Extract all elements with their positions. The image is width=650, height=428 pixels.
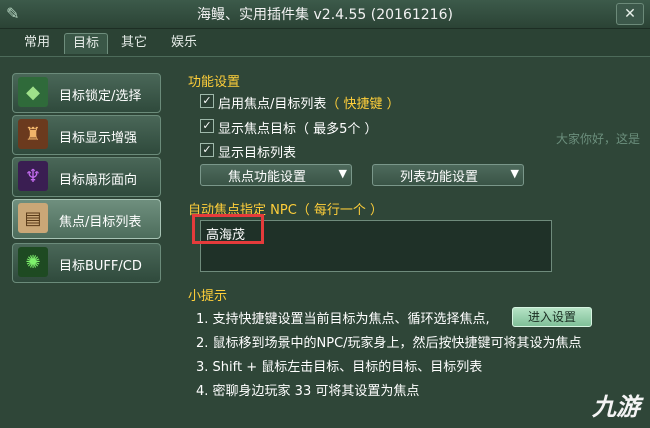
tip-line: 2. 鼠标移到场景中的NPC/玩家身上，然后按快捷键可将其设为焦点 xyxy=(196,336,582,351)
function-settings-title: 功能设置 xyxy=(188,75,241,90)
title-bar: ✎ 海鳗、实用插件集 v2.4.55 (20161216) ✕ xyxy=(0,0,650,29)
scroll-icon: ▤ xyxy=(18,203,48,233)
checkbox-checked-icon[interactable]: ✓ xyxy=(200,94,214,108)
sidebar: ◆ 目标锁定/选择 ♜ 目标显示增强 ♆ 目标扇形面向 ▤ 焦点/目标列表 ✺ … xyxy=(0,57,178,428)
window-title: 海鳗、实用插件集 v2.4.55 (20161216) xyxy=(197,7,453,23)
sidebar-item-target-buff[interactable]: ✺ 目标BUFF/CD xyxy=(12,243,161,283)
sidebar-item-target-facing[interactable]: ♆ 目标扇形面向 xyxy=(12,157,161,197)
sidebar-item-label: 目标锁定/选择 xyxy=(59,89,142,104)
triangle-down-icon: ▼ xyxy=(510,167,519,180)
background-game-text: 大家你好，这是 xyxy=(556,132,641,146)
sidebar-item-label: 目标扇形面向 xyxy=(59,173,138,188)
tab-other[interactable]: 其它 xyxy=(114,33,154,53)
sidebar-item-label: 焦点/目标列表 xyxy=(59,215,142,230)
triangle-down-icon: ▼ xyxy=(338,167,347,180)
tab-common[interactable]: 常用 xyxy=(18,33,56,53)
tips-title: 小提示 xyxy=(188,289,228,304)
sidebar-item-label: 目标BUFF/CD xyxy=(59,259,142,274)
warrior-icon: ♜ xyxy=(18,119,48,149)
hotkey-hint: （ 快捷键 ） xyxy=(326,97,400,112)
check-label: 启用焦点/目标列表（ 快捷键 ） xyxy=(218,97,400,112)
list-settings-dropdown[interactable]: 列表功能设置 ▼ xyxy=(372,164,524,186)
sidebar-item-target-display[interactable]: ♜ 目标显示增强 xyxy=(12,115,161,155)
close-button[interactable]: ✕ xyxy=(616,3,644,25)
tip-line: 3. Shift + 鼠标左击目标、目标的目标、目标列表 xyxy=(196,360,483,375)
tab-entertainment[interactable]: 娱乐 xyxy=(164,33,204,53)
tab-bar: 常用 目标 其它 娱乐 xyxy=(0,29,650,57)
checkbox-checked-icon[interactable]: ✓ xyxy=(200,143,214,157)
bag-icon: ◆ xyxy=(18,77,48,107)
tip-line: 1. 支持快捷键设置当前目标为焦点、循环选择焦点, xyxy=(196,312,490,327)
figure-icon: ♆ xyxy=(18,161,48,191)
burst-icon: ✺ xyxy=(18,247,48,277)
watermark-logo: 九游 xyxy=(592,393,640,421)
red-highlight-box xyxy=(192,214,264,244)
sidebar-item-focus-list[interactable]: ▤ 焦点/目标列表 xyxy=(12,199,161,239)
sidebar-item-target-lock[interactable]: ◆ 目标锁定/选择 xyxy=(12,73,161,113)
tab-target[interactable]: 目标 xyxy=(64,33,108,54)
enter-settings-button[interactable]: 进入设置 xyxy=(512,307,592,327)
check-label: 显示目标列表 xyxy=(218,146,297,161)
sidebar-item-label: 目标显示增强 xyxy=(59,131,138,146)
check-label: 显示焦点目标（ 最多5个 ） xyxy=(218,122,378,137)
focus-settings-dropdown[interactable]: 焦点功能设置 ▼ xyxy=(200,164,352,186)
checkbox-checked-icon[interactable]: ✓ xyxy=(200,119,214,133)
tip-line: 4. 密聊身边玩家 33 可将其设置为焦点 xyxy=(196,384,420,399)
main-panel: 功能设置 ✓ 启用焦点/目标列表（ 快捷键 ） ✓ 显示焦点目标（ 最多5个 ）… xyxy=(180,57,650,428)
